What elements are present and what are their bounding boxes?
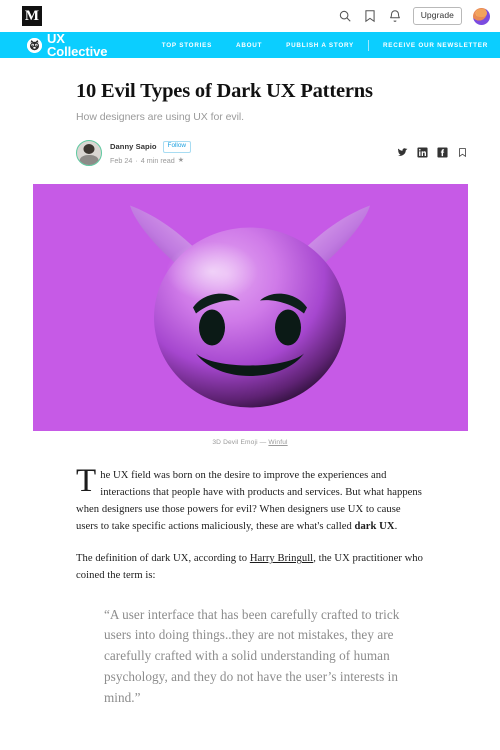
top-bar-actions: Upgrade (338, 7, 490, 25)
nav-link-about[interactable]: ABOUT (224, 42, 274, 49)
hero-image-block: 3D Devil Emoji — Winful (32, 183, 468, 446)
ux-collective-cat-icon (27, 37, 42, 53)
byline-text: Danny Sapio Follow Feb 24 · 4 min read ★ (110, 140, 192, 165)
member-star-icon: ★ (177, 157, 185, 165)
meta-separator: · (135, 155, 138, 165)
hero-image (32, 183, 468, 431)
publication-name: UX Collective (47, 31, 108, 59)
read-time: 4 min read (140, 155, 175, 165)
notifications-bell-icon[interactable] (388, 9, 402, 23)
nav-divider (367, 39, 369, 51)
caption-text: 3D Devil Emoji — (212, 438, 269, 446)
publish-date: Feb 24 (110, 155, 133, 165)
avatar[interactable] (473, 7, 490, 25)
medium-logo[interactable]: M (22, 6, 42, 26)
medium-top-bar: M Upgrade (0, 0, 500, 32)
blockquote: “A user interface that has been carefull… (104, 606, 400, 705)
article-body: The UX field was born on the desire to i… (76, 462, 424, 709)
publication-nav-bar: UX Collective TOP STORIES ABOUT PUBLISH … (0, 32, 500, 58)
share-actions (397, 147, 468, 158)
nav-link-publish-a-story[interactable]: PUBLISH A STORY (274, 42, 366, 49)
harry-bringull-link[interactable]: Harry Bringull (250, 553, 313, 564)
paragraph-2-text: The definition of dark UX, according to (76, 553, 250, 565)
devil-emoji-illustration (130, 205, 370, 408)
publication-nav-links: TOP STORIES ABOUT PUBLISH A STORY RECEIV… (150, 39, 500, 51)
facebook-share-icon[interactable] (437, 147, 448, 158)
author-name[interactable]: Danny Sapio (110, 142, 157, 151)
paragraph-2: The definition of dark UX, according to … (76, 550, 424, 584)
paragraph-1: The UX field was born on the desire to i… (76, 462, 424, 536)
page-title: 10 Evil Types of Dark UX Patterns (76, 80, 373, 102)
article-container: 10 Evil Types of Dark UX Patterns How de… (0, 79, 500, 709)
publication-brand[interactable]: UX Collective (27, 32, 113, 58)
author-avatar[interactable] (76, 139, 102, 166)
paragraph-1-tail: . (394, 521, 398, 533)
drop-cap: T (76, 462, 97, 499)
linkedin-share-icon[interactable] (417, 147, 428, 158)
article-subtitle: How designers are using UX for evil. (76, 110, 245, 123)
bookmarks-icon[interactable] (363, 9, 377, 23)
byline-meta-row: Feb 24 · 4 min read ★ (110, 156, 191, 165)
follow-button[interactable]: Follow (162, 140, 192, 153)
twitter-share-icon[interactable] (397, 147, 408, 158)
caption-credit-link[interactable]: Winful (268, 439, 287, 446)
nav-link-top-stories[interactable]: TOP STORIES (150, 42, 224, 49)
byline-author-row: Danny Sapio Follow (110, 140, 192, 153)
upgrade-button[interactable]: Upgrade (412, 7, 462, 25)
nav-link-receive-our-newsletter[interactable]: RECEIVE OUR NEWSLETTER (371, 42, 500, 49)
search-icon[interactable] (338, 9, 352, 23)
byline: Danny Sapio Follow Feb 24 · 4 min read ★ (76, 137, 468, 169)
image-caption: 3D Devil Emoji — Winful (32, 439, 468, 446)
bookmark-icon[interactable] (457, 147, 468, 158)
medium-article-page: M Upgrade UX Collective TOP STORIES ABOU… (0, 0, 500, 750)
paragraph-1-bold: dark UX (354, 521, 395, 533)
